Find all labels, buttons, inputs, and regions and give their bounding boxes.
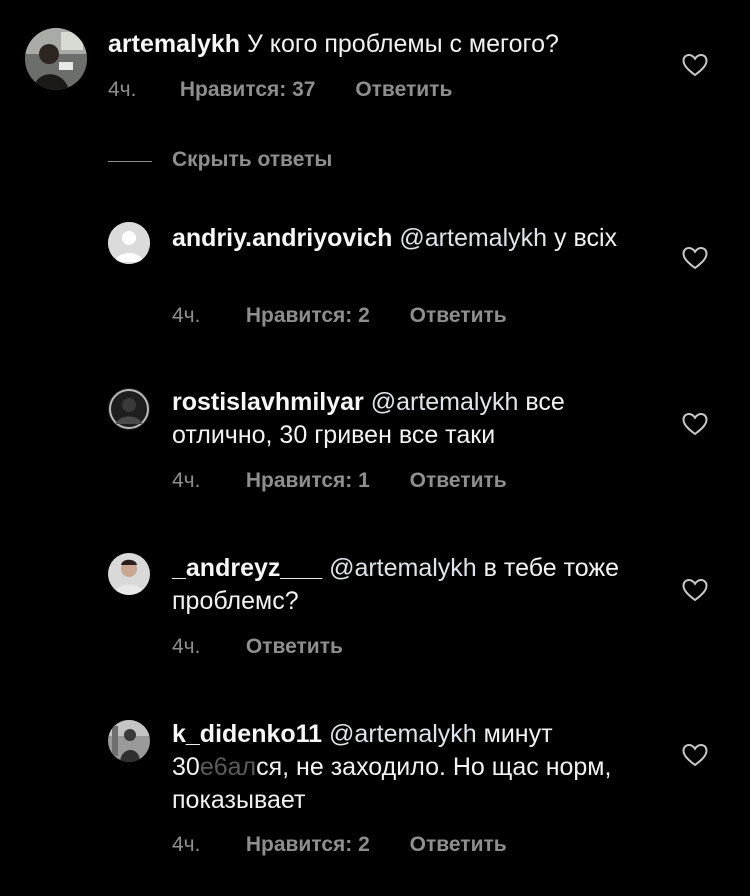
- comment-message: у всіх: [554, 224, 618, 252]
- timestamp: 4ч.: [172, 635, 201, 658]
- username[interactable]: rostislavhmilyar: [172, 388, 364, 416]
- user-photo-icon: [25, 28, 87, 90]
- avatar[interactable]: [108, 553, 150, 595]
- reply-button[interactable]: Ответить: [410, 833, 507, 857]
- timestamp: 4ч.: [108, 78, 137, 101]
- hide-replies-label: Скрыть ответы: [172, 148, 333, 171]
- divider: [108, 161, 152, 162]
- blurred-word: е6ал: [199, 753, 257, 781]
- comment-meta: 4ч. Нравится: 1 Ответить: [172, 469, 507, 493]
- comment-meta: 4ч. Ответить: [172, 635, 343, 659]
- comment-text: andriy.andriyovich @artemalykh у всіх: [172, 222, 642, 255]
- likes-count[interactable]: Нравится: 2: [246, 833, 370, 857]
- default-avatar-icon: [108, 222, 150, 264]
- username[interactable]: andriy.andriyovich: [172, 224, 392, 252]
- user-photo-icon: [108, 720, 150, 762]
- reply-button[interactable]: Ответить: [355, 78, 452, 102]
- heart-icon[interactable]: [682, 743, 708, 767]
- username[interactable]: _andreyz___: [172, 554, 322, 582]
- username[interactable]: k_didenko11: [172, 720, 322, 748]
- heart-icon[interactable]: [682, 53, 708, 77]
- comment-meta: 4ч. Нравится: 2 Ответить: [172, 833, 507, 857]
- mention-link[interactable]: @artemalykh: [371, 388, 519, 416]
- avatar[interactable]: [108, 388, 150, 430]
- avatar[interactable]: [108, 222, 150, 264]
- comment-meta: 4ч. Нравится: 37 Ответить: [108, 78, 452, 102]
- comment-message: У кого проблемы с мегого?: [246, 30, 559, 58]
- reply-button[interactable]: Ответить: [246, 635, 343, 659]
- timestamp: 4ч.: [172, 304, 201, 327]
- reply-button[interactable]: Ответить: [410, 469, 507, 493]
- username[interactable]: artemalykh: [108, 30, 240, 58]
- heart-icon[interactable]: [682, 246, 708, 270]
- comment-text: _andreyz___ @artemalykh в тебе тоже проб…: [172, 552, 642, 618]
- mention-link[interactable]: @artemalykh: [329, 720, 477, 748]
- avatar[interactable]: [25, 28, 87, 90]
- user-photo-icon: [108, 553, 150, 595]
- likes-count[interactable]: Нравится: 37: [180, 78, 316, 102]
- comment-text: rostislavhmilyar @artemalykh все отлично…: [172, 386, 642, 452]
- mention-link[interactable]: @artemalykh: [399, 224, 547, 252]
- reply-button[interactable]: Ответить: [410, 304, 507, 328]
- heart-icon[interactable]: [682, 412, 708, 436]
- likes-count[interactable]: Нравится: 1: [246, 469, 370, 493]
- timestamp: 4ч.: [172, 469, 201, 492]
- mention-link[interactable]: @artemalykh: [329, 554, 477, 582]
- avatar[interactable]: [108, 720, 150, 762]
- heart-icon[interactable]: [682, 578, 708, 602]
- comment-text: artemalykh У кого проблемы с мегого?: [108, 28, 668, 61]
- comment-meta: 4ч. Нравится: 2 Ответить: [172, 304, 507, 328]
- timestamp: 4ч.: [172, 833, 201, 856]
- user-photo-icon: [108, 388, 150, 430]
- likes-count[interactable]: Нравится: 2: [246, 304, 370, 328]
- comment-text: k_didenko11 @artemalykh минут 30е6ался, …: [172, 718, 642, 817]
